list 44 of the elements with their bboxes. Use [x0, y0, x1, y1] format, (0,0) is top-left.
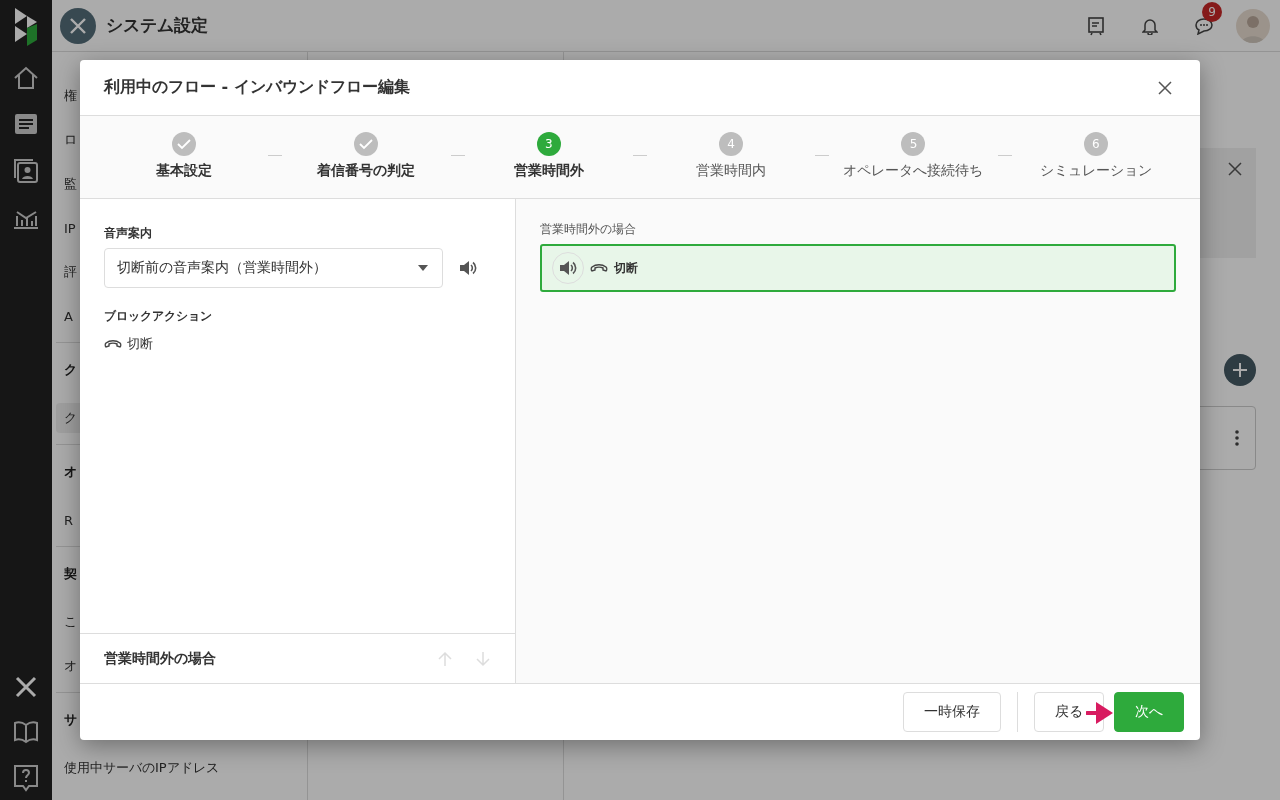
bell-icon[interactable] — [1142, 16, 1158, 35]
step-indicator: 3 — [536, 132, 561, 156]
speaker-icon — [559, 260, 577, 276]
speaker-icon — [459, 260, 477, 276]
contact-icon[interactable] — [13, 158, 39, 184]
step-label: 着信番号の判定 — [317, 162, 416, 180]
help-icon[interactable] — [13, 764, 39, 792]
block-title: 営業時間外の場合 — [104, 649, 217, 668]
step-indicator: 6 — [1083, 132, 1108, 156]
step-label: オペレータへ接続待ち — [843, 162, 984, 180]
step-indicator: 5 — [901, 132, 926, 156]
chat-icon[interactable] — [1194, 16, 1214, 35]
sidebar-item[interactable]: 使用中サーバのIPアドレス — [56, 746, 303, 790]
add-button[interactable] — [1224, 354, 1256, 386]
step-indicator: 4 — [719, 132, 744, 156]
step-label: 基本設定 — [156, 162, 213, 180]
step-label: 営業時間内 — [696, 162, 767, 180]
step-label: シミュレーション — [1039, 162, 1152, 180]
dialog-title: 利用中のフロー - インバウンドフロー編集 — [104, 77, 410, 98]
action-button[interactable]: 一時保存 — [903, 692, 1001, 732]
check-icon — [359, 138, 374, 150]
app-title: システム設定 — [106, 14, 209, 37]
hang-up-icon — [590, 263, 608, 273]
logo — [13, 6, 39, 46]
annotation-arrow — [1086, 701, 1114, 725]
block-action: 切断 — [614, 259, 638, 277]
field-label: 音声案内 — [104, 225, 153, 242]
book-icon[interactable] — [13, 720, 39, 744]
hang-up-icon — [104, 339, 122, 349]
notification-badge: 9 — [1202, 1, 1222, 22]
action-button[interactable]: 戻る — [1034, 692, 1104, 732]
more-icon[interactable] — [1235, 430, 1239, 446]
field-label: ブロックアクション — [104, 308, 213, 325]
section-label: 営業時間外の場合 — [540, 221, 637, 238]
home-icon[interactable] — [12, 64, 40, 92]
check-icon — [177, 138, 192, 150]
flow-block[interactable]: 切断 — [540, 244, 1176, 292]
board-icon[interactable] — [1087, 15, 1105, 36]
plus-icon — [1232, 362, 1248, 378]
step-label: 営業時間外 — [513, 162, 584, 180]
close-icon[interactable] — [1228, 162, 1242, 176]
caret-icon — [418, 265, 428, 271]
voice-select[interactable]: 切断前の音声案内（営業時間外） — [104, 248, 443, 288]
app-icon — [60, 7, 96, 44]
